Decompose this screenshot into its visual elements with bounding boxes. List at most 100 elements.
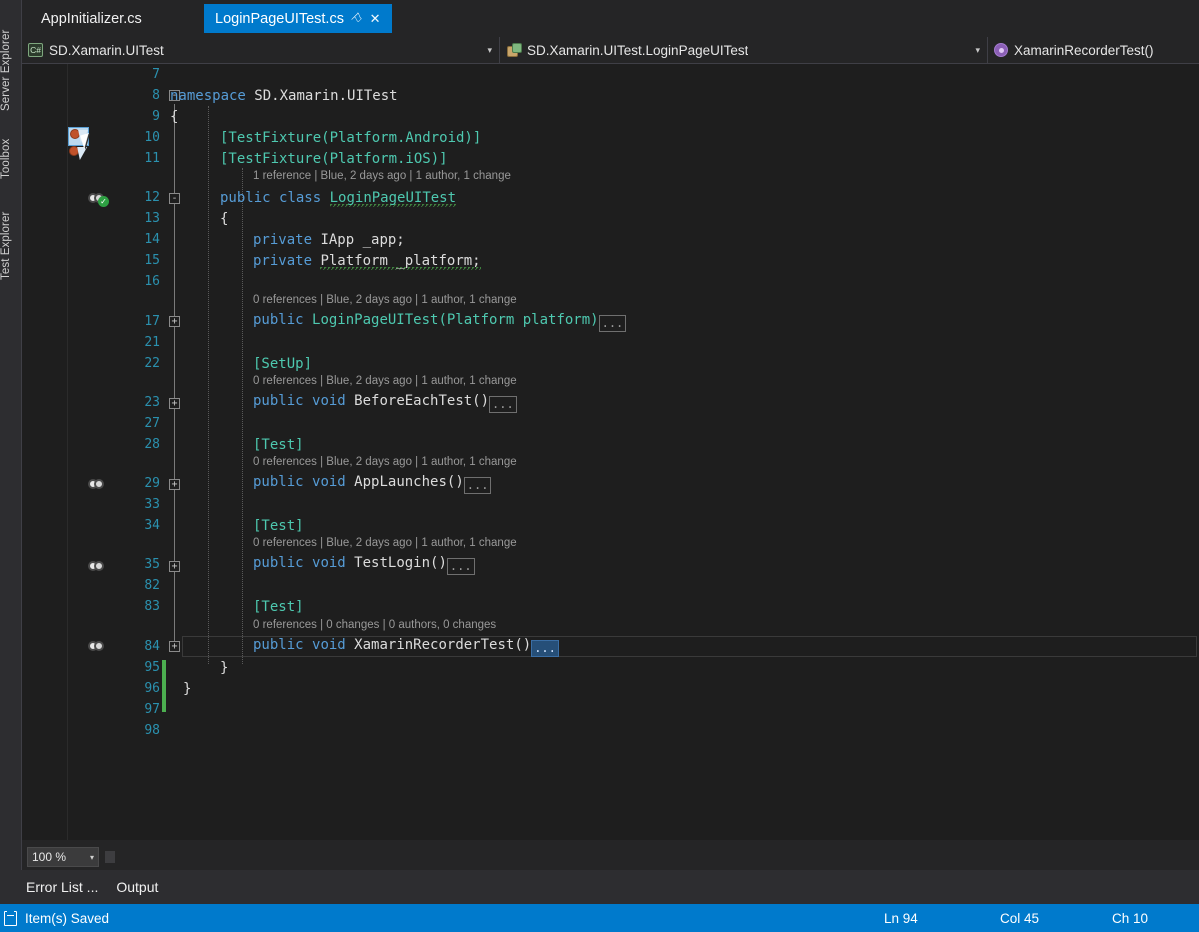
line-number: 14: [144, 232, 160, 247]
line-number: 27: [144, 416, 160, 431]
code-line: 97: [22, 699, 1199, 720]
sidebar-tab-toolbox[interactable]: Toolbox: [0, 128, 22, 190]
code-line: 29 public void AppLaunches()...: [22, 473, 1199, 494]
keyword-public: public: [253, 473, 304, 490]
codelens-text[interactable]: 0 references | 0 changes | 0 authors, 0 …: [253, 619, 496, 631]
code-surface[interactable]: 7 8 namespace SD.Xamarin.UITest 9 { 10 […: [22, 64, 1199, 840]
csharp-file-icon: C#: [28, 43, 43, 57]
line-number: 8: [152, 88, 160, 103]
codelens-row[interactable]: 0 references | Blue, 2 days ago | 1 auth…: [22, 454, 1199, 470]
field-declaration-app: IApp _app;: [320, 231, 405, 248]
save-icon: [4, 910, 17, 926]
code-line: 35 public void TestLogin()...: [22, 554, 1199, 575]
code-text: namespace SD.Xamarin.UITest: [170, 88, 398, 104]
attribute-test: [Test]: [253, 517, 304, 534]
code-line: 12 public class LoginPageUITest: [22, 187, 1199, 209]
constructor-signature: LoginPageUITest(Platform platform): [312, 312, 599, 328]
code-line: 17 public LoginPageUITest(Platform platf…: [22, 311, 1199, 332]
line-number: 15: [144, 253, 160, 268]
navigation-bar: C# SD.Xamarin.UITest ▾ SD.Xamarin.UITest…: [22, 37, 1199, 64]
code-line-current: 84 public void XamarinRecorderTest()...: [22, 636, 1199, 657]
code-editor[interactable]: - - + + + + + ✓ 7 8 namespace SD.Xamarin…: [22, 64, 1199, 840]
attribute-test: [Test]: [253, 436, 304, 453]
panel-tab-output[interactable]: Output: [116, 879, 158, 895]
navbar-member-dropdown[interactable]: XamarinRecorderTest(): [988, 37, 1199, 63]
zoom-level-dropdown[interactable]: 100 % ▾: [27, 847, 99, 867]
pin-icon[interactable]: ⚐: [347, 9, 366, 28]
code-line: 21: [22, 332, 1199, 353]
code-text: }: [220, 659, 229, 676]
method-icon: [994, 43, 1008, 57]
code-text: }: [183, 680, 192, 697]
panel-tab-error-list[interactable]: Error List ...: [26, 879, 98, 895]
collapsed-block-beforeeachtest[interactable]: ...: [489, 395, 517, 413]
code-line: 8 namespace SD.Xamarin.UITest: [22, 85, 1199, 106]
method-name-xamarinrecordertest: XamarinRecorderTest(): [354, 636, 532, 653]
bottom-panel-tab-strip: Error List ... Output: [0, 870, 1199, 904]
code-line: 16: [22, 271, 1199, 292]
line-number: 23: [144, 395, 160, 410]
codelens-text[interactable]: 0 references | Blue, 2 days ago | 1 auth…: [253, 456, 517, 468]
code-text: public void BeforeEachTest()...: [253, 393, 517, 413]
document-tab-loginpageuitest[interactable]: LoginPageUITest.cs ⚐ ✕: [204, 4, 392, 33]
codelens-row[interactable]: 1 reference | Blue, 2 days ago | 1 autho…: [22, 168, 1199, 184]
horizontal-scrollbar[interactable]: [105, 851, 115, 863]
sidebar-tab-server-explorer[interactable]: Server Explorer: [0, 20, 22, 120]
collapsed-block-ctor[interactable]: ...: [598, 314, 627, 332]
codelens-row[interactable]: 0 references | Blue, 2 days ago | 1 auth…: [22, 535, 1199, 551]
code-line: 15 private Platform _platform;: [22, 250, 1199, 272]
keyword-public: public: [253, 636, 304, 653]
line-number: 16: [144, 274, 160, 289]
status-line-number: Ln 94: [884, 910, 918, 926]
zoom-level-value: 100 %: [32, 850, 67, 864]
code-line: 96 }: [22, 678, 1199, 699]
code-text: public class LoginPageUITest: [220, 189, 457, 209]
code-line: 7: [22, 64, 1199, 85]
codelens-text[interactable]: 0 references | Blue, 2 days ago | 1 auth…: [253, 375, 517, 387]
navbar-project-dropdown[interactable]: C# SD.Xamarin.UITest ▾: [22, 37, 500, 63]
document-tab-strip: AppInitializer.cs LoginPageUITest.cs ⚐ ✕: [22, 0, 1199, 37]
close-icon[interactable]: ✕: [370, 12, 381, 25]
line-number: 10: [144, 130, 160, 145]
line-number: 35: [144, 557, 160, 572]
field-declaration-platform: Platform _platform;: [320, 252, 481, 272]
line-number: 12: [144, 190, 160, 205]
codelens-text[interactable]: 0 references | Blue, 2 days ago | 1 auth…: [253, 294, 517, 306]
attribute-testfixture-ios: [TestFixture(Platform.iOS)]: [220, 150, 448, 167]
collapsed-block-testlogin[interactable]: ...: [446, 557, 475, 575]
codelens-text[interactable]: 0 references | Blue, 2 days ago | 1 auth…: [253, 537, 517, 549]
code-text: public void TestLogin()...: [253, 555, 475, 575]
collapsed-block-xamarinrecordertest[interactable]: ...: [531, 639, 559, 657]
line-number: 95: [144, 660, 160, 675]
navbar-type-dropdown[interactable]: SD.Xamarin.UITest.LoginPageUITest ▾: [500, 37, 988, 63]
code-line: 95 }: [22, 657, 1199, 678]
code-line: 11 [TestFixture(Platform.iOS)]: [22, 148, 1199, 169]
class-name: LoginPageUITest: [329, 189, 457, 209]
namespace-name: SD.Xamarin.UITest: [254, 87, 398, 104]
line-number: 9: [152, 109, 160, 124]
line-number: 17: [144, 314, 160, 329]
code-line: 13 {: [22, 208, 1199, 229]
line-number: 11: [144, 151, 160, 166]
code-line: 27: [22, 413, 1199, 434]
collapsed-block-applaunches[interactable]: ...: [463, 476, 492, 494]
constructor-name: LoginPageUITest(Platform platform): [312, 311, 599, 328]
keyword-void: void: [312, 636, 346, 653]
sidebar-tab-label: Server Explorer: [0, 29, 12, 111]
document-tab-appinitializer[interactable]: AppInitializer.cs: [30, 4, 153, 33]
codelens-row[interactable]: 0 references | 0 changes | 0 authors, 0 …: [22, 617, 1199, 633]
code-text: public void XamarinRecorderTest()...: [253, 637, 559, 657]
method-name-testlogin: TestLogin(): [354, 554, 447, 571]
codelens-row[interactable]: 0 references | Blue, 2 days ago | 1 auth…: [22, 373, 1199, 389]
code-line: 83 [Test]: [22, 596, 1199, 617]
line-number: 97: [144, 702, 160, 717]
keyword-public: public: [253, 554, 304, 571]
codelens-text[interactable]: 1 reference | Blue, 2 days ago | 1 autho…: [253, 170, 511, 182]
keyword-public: public: [253, 392, 304, 409]
codelens-row[interactable]: 0 references | Blue, 2 days ago | 1 auth…: [22, 292, 1199, 308]
visual-studio-window: Server Explorer Toolbox Test Explorer Ap…: [0, 0, 1199, 932]
status-message: Item(s) Saved: [25, 910, 110, 926]
attribute-setup: [SetUp]: [253, 355, 313, 372]
sidebar-tab-test-explorer[interactable]: Test Explorer: [0, 196, 22, 296]
line-number: 82: [144, 578, 160, 593]
